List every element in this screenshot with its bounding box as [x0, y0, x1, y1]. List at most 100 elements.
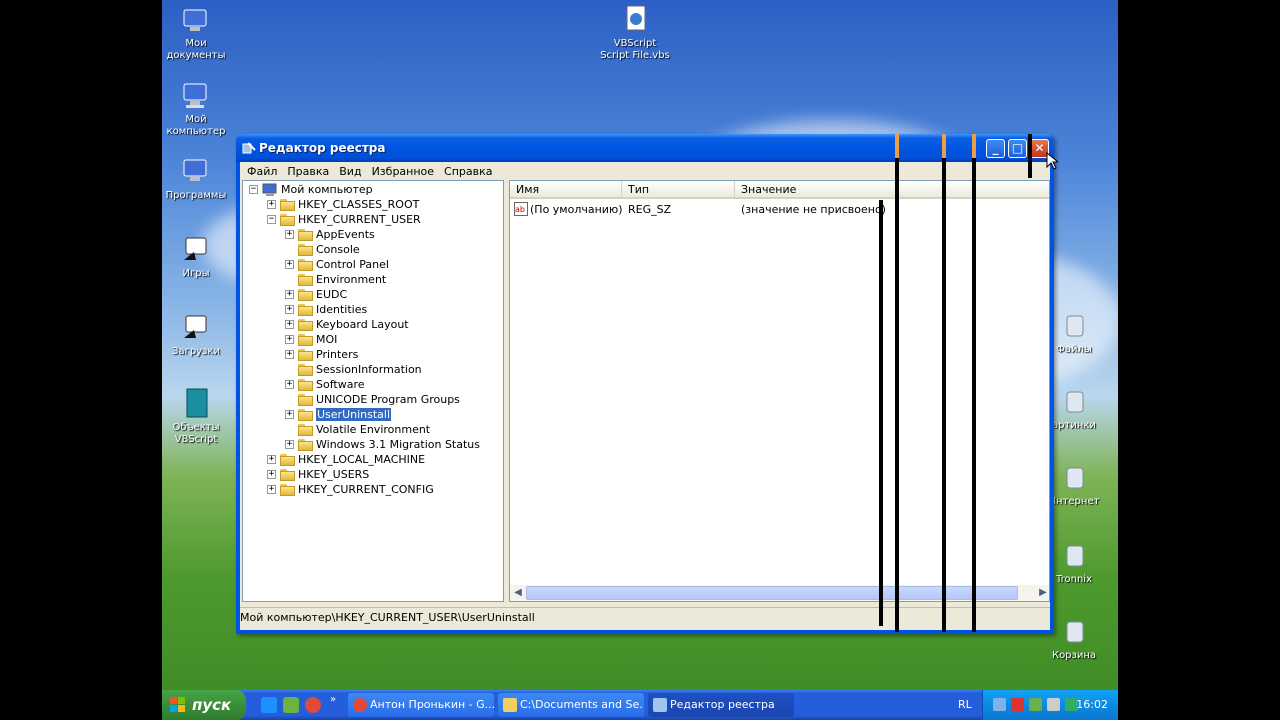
expand-icon[interactable]: + — [285, 290, 294, 299]
value-name[interactable]: (По умолчанию) — [530, 203, 623, 216]
registry-tree[interactable]: − Мой компьютер + HKEY_CLASSES_ROOT − HKEY_CU… — [242, 180, 504, 602]
volume-icon[interactable] — [1047, 698, 1060, 711]
scroll-right-icon[interactable]: ▶ — [1036, 586, 1049, 600]
expand-icon[interactable]: + — [267, 470, 276, 479]
tree-item[interactable]: + Windows 3.1 Migration Status — [285, 437, 480, 452]
collapse-icon[interactable]: − — [249, 185, 258, 194]
tree-item[interactable]: + Control Panel — [285, 257, 389, 272]
values-list[interactable]: Имя Тип Значение ab (По умолчанию) REG_S… — [509, 180, 1050, 602]
expand-icon[interactable]: + — [267, 455, 276, 464]
desktop-icon-vbscript-objects[interactable]: Объекты VBScript — [162, 388, 231, 446]
task-chrome[interactable]: Антон Пронькин - G... — [348, 693, 494, 717]
desktop-icon-label: VBScript Script File.vbs — [600, 38, 670, 61]
expand-icon[interactable]: + — [285, 380, 294, 389]
folder-icon — [298, 258, 313, 271]
tree-item[interactable]: + Keyboard Layout — [285, 317, 409, 332]
expand-icon[interactable]: + — [285, 230, 294, 239]
bin-icon — [1058, 310, 1090, 342]
desktop-icon-programs[interactable]: Программы — [162, 156, 231, 202]
horizontal-scrollbar[interactable]: ◀ ▶ — [510, 585, 1049, 601]
expand-icon[interactable]: + — [267, 485, 276, 494]
maximize-button[interactable]: □ — [1008, 139, 1027, 158]
bin-icon — [1058, 386, 1090, 418]
tree-item[interactable]: + MOI — [285, 332, 337, 347]
menu-edit[interactable]: Правка — [282, 165, 334, 178]
mouse-cursor-icon — [1046, 152, 1058, 170]
desktop-icon-my-computer[interactable]: Мой компьютер — [162, 80, 231, 138]
collapse-icon[interactable]: − — [267, 215, 276, 224]
quick-launch-overflow-icon[interactable]: » — [330, 694, 336, 705]
expand-icon[interactable]: + — [285, 440, 294, 449]
expand-icon[interactable]: + — [285, 305, 294, 314]
desktop-icon-my-documents[interactable]: Мои документы — [162, 4, 231, 62]
task-regedit[interactable]: Редактор реестра — [648, 693, 794, 717]
column-header-value[interactable]: Значение — [735, 181, 1049, 199]
taskbar: пуск » Антон Пронькин - G... C:\Document… — [162, 690, 1118, 720]
menu-view[interactable]: Вид — [334, 165, 366, 178]
menu-favorites[interactable]: Избранное — [367, 165, 439, 178]
tree-item-label: HKEY_LOCAL_MACHINE — [298, 453, 426, 466]
tree-item[interactable]: + Software — [285, 377, 365, 392]
string-value-icon: ab — [514, 202, 528, 219]
skype-icon[interactable] — [261, 697, 277, 713]
minimize-button[interactable]: _ — [986, 139, 1005, 158]
tree-item[interactable]: SessionInformation — [285, 362, 422, 377]
title-bar[interactable]: Редактор реестра _ □ ✕ — [236, 134, 1054, 162]
tree-item-label: Identities — [316, 303, 368, 316]
tree-item-label: HKEY_CLASSES_ROOT — [298, 198, 420, 211]
app-shortcut-icon[interactable] — [283, 697, 299, 713]
computer-icon — [180, 80, 212, 112]
tree-item[interactable]: + HKEY_CLASSES_ROOT — [267, 197, 419, 212]
folder-icon — [298, 318, 313, 331]
column-header-type[interactable]: Тип — [622, 181, 735, 199]
overlay-bar — [942, 134, 946, 158]
desktop-icon-games[interactable]: Игры — [162, 234, 231, 280]
tree-item[interactable]: + HKEY_USERS — [267, 467, 369, 482]
folder-icon — [298, 273, 313, 286]
folder-icon — [298, 423, 313, 436]
overlay-bar — [972, 134, 976, 632]
tree-item[interactable]: Console — [285, 242, 360, 257]
expand-icon[interactable]: + — [285, 320, 294, 329]
status-bar: Мой компьютер\HKEY_CURRENT_USER\UserUnin… — [240, 607, 1050, 630]
tree-item[interactable]: + Identities — [285, 302, 367, 317]
folder-icon — [298, 408, 313, 421]
chrome-icon[interactable] — [305, 697, 321, 713]
menu-file[interactable]: Файл — [242, 165, 282, 178]
expand-icon[interactable]: + — [285, 335, 294, 344]
tree-item[interactable]: − HKEY_CURRENT_USER — [267, 212, 421, 227]
start-button[interactable]: пуск — [162, 690, 246, 720]
column-header-name[interactable]: Имя — [510, 181, 622, 199]
menu-help[interactable]: Справка — [439, 165, 497, 178]
tree-item[interactable]: + HKEY_CURRENT_CONFIG — [267, 482, 434, 497]
tree-item[interactable]: + UserUninstall — [285, 407, 392, 422]
task-label: Редактор реестра — [670, 698, 775, 711]
expand-icon[interactable]: + — [285, 260, 294, 269]
tree-item[interactable]: + HKEY_LOCAL_MACHINE — [267, 452, 425, 467]
desktop-icon-vbs-file[interactable]: VBScript Script File.vbs — [600, 4, 670, 62]
tree-item[interactable]: Environment — [285, 272, 386, 287]
tree-item[interactable]: + Printers — [285, 347, 358, 362]
language-indicator[interactable]: RL — [958, 698, 972, 711]
desktop-icon-downloads[interactable]: Загрузки — [162, 312, 231, 358]
tray-app-icon[interactable] — [1029, 698, 1042, 711]
folder-icon — [298, 348, 313, 361]
network-icon[interactable] — [993, 698, 1006, 711]
task-explorer[interactable]: C:\Documents and Se... — [498, 693, 644, 717]
clock: 16:02 — [1076, 698, 1108, 711]
tree-item[interactable]: UNICODE Program Groups — [285, 392, 460, 407]
scroll-left-icon[interactable]: ◀ — [511, 586, 525, 600]
tree-item[interactable]: + EUDC — [285, 287, 347, 302]
expand-icon[interactable]: + — [285, 410, 294, 419]
expand-icon[interactable]: + — [267, 200, 276, 209]
expand-icon[interactable]: + — [285, 350, 294, 359]
overlay-bar — [895, 134, 899, 158]
folder-icon — [298, 228, 313, 241]
tree-item[interactable]: − Мой компьютер — [249, 182, 373, 197]
desktop-icon-label: Мои документы — [166, 38, 226, 61]
security-alert-icon[interactable] — [1011, 698, 1024, 711]
tree-item[interactable]: Volatile Environment — [285, 422, 430, 437]
tree-item[interactable]: + AppEvents — [285, 227, 375, 242]
